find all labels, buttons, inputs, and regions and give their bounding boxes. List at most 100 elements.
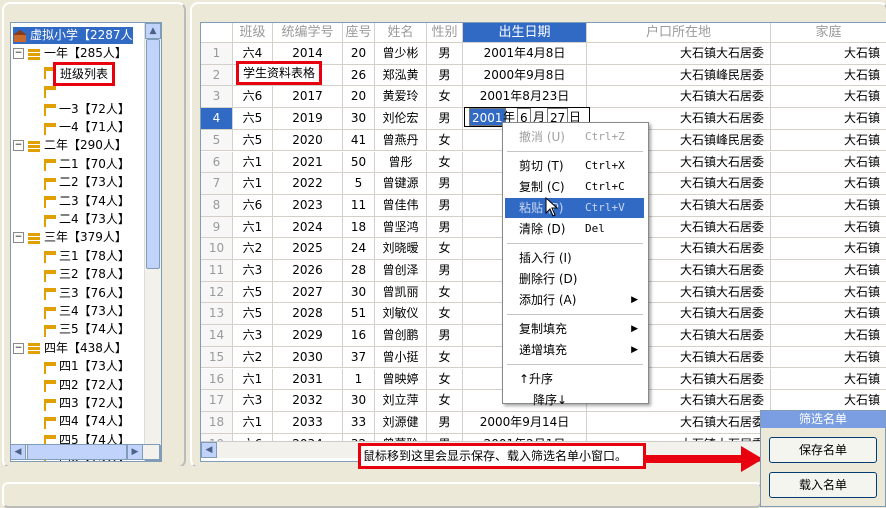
table-cell[interactable]: 男 [427,411,463,434]
table-cell[interactable]: 曾键源 [375,173,427,195]
table-cell[interactable]: 男 [427,216,463,239]
column-header[interactable]: 座号 [343,23,375,43]
table-cell[interactable]: 刘敏仪 [375,303,427,326]
column-header[interactable]: 统编学号 [273,23,343,43]
table-cell[interactable]: 刘伦宏 [375,108,427,130]
table-cell[interactable]: 黄爱玲 [375,86,427,109]
table-cell[interactable]: 11 [343,194,375,217]
table-cell[interactable]: 大石镇峰民居委 [587,64,771,87]
table-cell[interactable]: 51 [343,303,375,326]
table-cell[interactable]: 2024 [273,216,343,239]
tree-class-item[interactable]: 二1【70人】 [41,156,130,173]
table-cell[interactable]: 六1 [233,411,273,434]
collapse-toggle-icon[interactable]: − [13,48,24,60]
tree-class-item[interactable]: 三4【73人】 [41,303,130,320]
row-number[interactable]: 12 [201,281,233,304]
table-cell[interactable]: 曾佳伟 [375,194,427,217]
table-cell[interactable]: 2023 [273,194,343,217]
tree-vertical-scrollbar[interactable]: ▲ ▼ [144,23,161,461]
table-cell[interactable]: 六2 [233,238,273,260]
column-header[interactable]: 户口所在地 [587,23,771,43]
context-menu-item[interactable]: 插入行 (I) [505,248,644,268]
context-menu-item[interactable]: 添加行 (A) ▶ [505,290,644,310]
table-cell[interactable]: 大石镇 [771,390,886,412]
table-cell[interactable]: 大石镇 [771,238,886,260]
table-cell[interactable]: 六3 [233,325,273,347]
context-menu-item[interactable]: ↑升序 [505,369,644,389]
table-cell[interactable]: 2033 [273,411,343,434]
collapse-toggle-icon[interactable]: − [13,342,24,354]
tree-class-item[interactable]: 二3【74人】 [41,193,130,210]
table-cell[interactable]: 六6 [233,86,273,109]
table-cell[interactable]: 曾坚鸿 [375,216,427,239]
table-cell[interactable]: 六1 [233,216,273,239]
column-header[interactable]: 家庭 [771,23,886,43]
table-cell[interactable]: 大石镇 [771,303,886,326]
row-number[interactable]: 14 [201,325,233,347]
table-cell[interactable]: 大石镇 [771,86,886,109]
table-cell[interactable]: 大石镇 [771,347,886,369]
table-cell[interactable]: 男 [427,194,463,217]
table-cell[interactable]: 大石镇 [771,217,886,239]
tree-class-item[interactable]: 一3【72人】 [41,101,130,118]
table-cell[interactable]: 大石镇 [771,65,886,87]
table-cell[interactable]: 大石镇 [771,325,886,347]
table-cell[interactable]: 男 [427,108,463,130]
tree-class-item[interactable]: 四4【74人】 [41,413,130,430]
table-cell[interactable]: 六3 [233,390,273,412]
row-number[interactable]: 7 [201,173,233,195]
tree-grade-item[interactable]: − 一年【285人】 [13,45,127,62]
table-cell[interactable]: 六2 [233,346,273,369]
table-cell[interactable]: 30 [343,390,375,412]
row-number[interactable]: 2 [201,64,233,87]
tree-class-item[interactable]: 三1【78人】 [41,248,130,265]
table-cell[interactable]: 1 [343,368,375,391]
tree-class-item[interactable]: 四2【72人】 [41,377,130,394]
row-number[interactable]: 8 [201,194,233,217]
year-field[interactable]: 2001 [469,108,506,126]
table-cell[interactable]: 男 [427,260,463,282]
column-header[interactable]: 班级 [233,23,273,43]
table-cell[interactable]: 男 [427,64,463,87]
table-cell[interactable]: 33 [343,411,375,434]
table-cell[interactable]: 曾燕丹 [375,129,427,152]
tree-class-item[interactable]: 四1【73人】 [41,358,130,375]
tree-grade-item[interactable]: − 四年【438人】 [13,340,127,357]
table-cell[interactable]: 大石镇 [771,282,886,304]
table-cell[interactable]: 30 [343,108,375,130]
table-cell[interactable]: 2000年9月8日 [463,64,587,87]
table-cell[interactable]: 曾小挺 [375,346,427,369]
table-cell[interactable]: 2000年9月14日 [463,411,587,434]
table-cell[interactable]: 大石镇 [771,108,886,130]
table-cell[interactable]: 曾少彬 [375,43,427,65]
context-menu-item[interactable]: 降序↓ [505,390,644,410]
table-cell[interactable]: 2017 [273,86,343,109]
row-number[interactable]: 18 [201,411,233,434]
tree-class-item[interactable]: 三5【74人】 [41,321,130,338]
table-cell[interactable]: 37 [343,346,375,369]
context-menu-item[interactable]: 复制填充 ▶ [505,319,644,339]
table-cell[interactable]: 大石镇 [771,173,886,195]
table-cell[interactable]: 2028 [273,303,343,326]
table-cell[interactable]: 女 [427,129,463,152]
table-cell[interactable]: 2001年4月8日 [463,43,587,65]
table-cell[interactable]: 2021 [273,151,343,174]
scroll-up-arrow-icon[interactable]: ▲ [145,23,161,39]
table-cell[interactable]: 大石镇 [771,152,886,174]
table-cell[interactable]: 30 [343,281,375,304]
row-number[interactable]: 16 [201,368,233,391]
table-cell[interactable]: 大石镇 [771,260,886,282]
tree-class-item[interactable]: 四3【72人】 [41,395,130,412]
row-number[interactable]: 15 [201,346,233,369]
table-cell[interactable]: 2027 [273,281,343,304]
collapse-toggle-icon[interactable]: − [13,232,24,244]
row-number[interactable]: 13 [201,303,233,326]
table-cell[interactable]: 曾凯丽 [375,281,427,304]
table-cell[interactable]: 女 [427,390,463,412]
table-cell[interactable]: 41 [343,129,375,152]
table-cell[interactable]: 曾创泽 [375,260,427,282]
table-cell[interactable]: 女 [427,303,463,326]
table-cell[interactable]: 刘晓暧 [375,238,427,260]
table-cell[interactable]: 大石镇大石居委 [587,86,771,109]
context-menu-item[interactable]: 复制 (C) Ctrl+C [505,177,644,197]
